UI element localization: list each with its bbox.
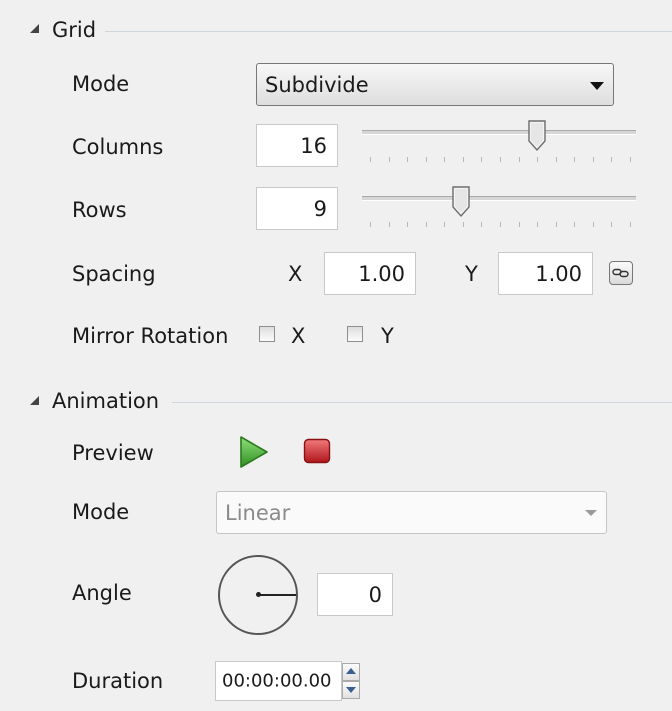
rows-label: Rows	[72, 198, 127, 222]
rows-value: 9	[313, 196, 327, 221]
animation-mode-dropdown[interactable]: Linear	[216, 491, 607, 534]
slider-tick	[555, 222, 557, 227]
slider-tick	[370, 157, 371, 162]
slider-tick	[425, 222, 427, 227]
spacing-y-value: 1.00	[535, 261, 582, 286]
slider-tick	[407, 157, 409, 162]
spacing-y-input[interactable]: 1.00	[498, 252, 593, 295]
mirror-y-label: Y	[381, 324, 394, 348]
grid-mode-value: Subdivide	[265, 72, 369, 97]
columns-slider-track[interactable]	[362, 130, 636, 135]
animation-collapse-icon[interactable]	[30, 396, 39, 405]
grid-section-divider	[105, 31, 672, 32]
columns-label: Columns	[72, 135, 164, 159]
slider-tick	[444, 222, 446, 227]
slider-tick	[481, 157, 483, 162]
chevron-down-icon	[585, 510, 597, 516]
spin-down-button[interactable]	[342, 681, 360, 699]
animation-section-title[interactable]: Animation	[52, 389, 159, 413]
slider-tick	[537, 222, 539, 227]
mirror-y-checkbox[interactable]	[347, 326, 363, 342]
grid-mode-dropdown[interactable]: Subdivide	[256, 63, 614, 106]
angle-dial-needle	[258, 594, 296, 596]
slider-tick	[592, 157, 594, 162]
spacing-x-value: 1.00	[358, 261, 405, 286]
stop-icon[interactable]	[303, 438, 331, 464]
spin-up-button[interactable]	[342, 663, 360, 681]
spacing-label: Spacing	[72, 262, 156, 286]
slider-tick	[407, 222, 409, 227]
link-spacing-button[interactable]	[609, 261, 633, 285]
mirror-rotation-label: Mirror Rotation	[72, 324, 229, 348]
animation-mode-value: Linear	[225, 500, 291, 525]
slider-tick	[611, 222, 613, 227]
spacing-y-label: Y	[465, 262, 478, 286]
slider-tick	[537, 157, 539, 162]
grid-mode-label: Mode	[72, 72, 130, 96]
slider-tick	[462, 222, 464, 227]
slider-tick	[555, 157, 557, 162]
spacing-x-label: X	[288, 262, 303, 286]
duration-value: 00:00:00.00	[222, 670, 332, 692]
slider-tick	[388, 157, 390, 162]
slider-tick	[370, 222, 371, 227]
slider-tick	[574, 157, 576, 162]
slider-tick	[462, 157, 464, 162]
slider-tick	[630, 222, 631, 227]
mirror-x-checkbox[interactable]	[259, 326, 275, 342]
angle-dial[interactable]	[218, 555, 298, 635]
angle-input[interactable]: 0	[317, 573, 393, 616]
play-icon[interactable]	[238, 435, 270, 469]
rows-slider-ticks	[370, 222, 631, 228]
slider-tick	[481, 222, 483, 227]
spin-up-icon	[346, 668, 356, 674]
spin-down-icon	[346, 687, 356, 693]
columns-input[interactable]: 16	[256, 124, 338, 167]
rows-input[interactable]: 9	[256, 187, 338, 230]
chevron-down-icon	[590, 82, 604, 90]
mirror-x-label: X	[291, 324, 306, 348]
angle-value: 0	[368, 582, 382, 607]
slider-tick	[518, 157, 520, 162]
angle-dial-center	[256, 592, 261, 597]
columns-slider-thumb[interactable]	[527, 120, 547, 152]
slider-tick	[500, 222, 501, 227]
slider-tick	[425, 157, 427, 162]
link-icon	[612, 268, 629, 278]
rows-slider-thumb[interactable]	[451, 186, 471, 218]
slider-tick	[574, 222, 576, 227]
slider-tick	[630, 157, 631, 162]
animation-mode-label: Mode	[72, 500, 130, 524]
spacing-x-input[interactable]: 1.00	[324, 252, 416, 295]
grid-section-title[interactable]: Grid	[52, 18, 96, 42]
duration-input[interactable]: 00:00:00.00	[215, 661, 342, 701]
slider-tick	[592, 222, 594, 227]
slider-tick	[500, 157, 501, 162]
grid-collapse-icon[interactable]	[30, 24, 39, 33]
columns-value: 16	[300, 133, 327, 158]
columns-slider-ticks	[370, 157, 631, 163]
slider-tick	[518, 222, 520, 227]
preview-label: Preview	[72, 441, 154, 465]
angle-label: Angle	[72, 581, 132, 605]
duration-label: Duration	[72, 669, 164, 693]
rows-slider-track[interactable]	[362, 196, 636, 201]
animation-section-divider	[172, 402, 672, 403]
slider-tick	[444, 157, 446, 162]
slider-tick	[611, 157, 613, 162]
slider-tick	[388, 222, 390, 227]
